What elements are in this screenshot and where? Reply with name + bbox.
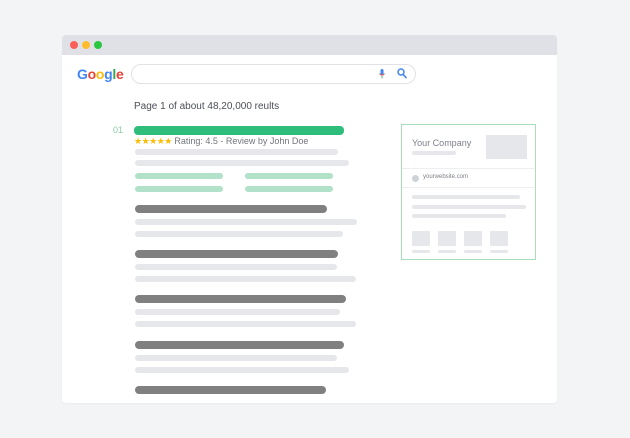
result-count: Page 1 of about 48,20,000 reults xyxy=(134,101,280,112)
title-bar xyxy=(62,35,557,55)
panel-subtitle-line xyxy=(412,151,456,155)
panel-info-line xyxy=(412,195,520,199)
maximize-window-button[interactable] xyxy=(94,41,102,49)
panel-website-link[interactable]: yourwebsite.com xyxy=(423,174,468,180)
snippet-line xyxy=(135,149,338,155)
panel-thumbnail-caption xyxy=(464,250,482,253)
search-input[interactable] xyxy=(131,64,416,84)
logo-letter: G xyxy=(77,66,88,82)
magnifier-icon[interactable] xyxy=(397,68,407,79)
panel-thumbnail-caption xyxy=(438,250,456,253)
rating-row: ★★★★★ Rating: 4.5 - Review by John Doe xyxy=(134,136,308,147)
panel-company-name: Your Company xyxy=(412,138,472,148)
globe-icon xyxy=(412,175,419,182)
result-title-link[interactable] xyxy=(135,295,346,303)
star-rating: ★★★★★ xyxy=(134,136,172,146)
sitelink[interactable] xyxy=(135,186,223,192)
google-logo[interactable]: Google xyxy=(77,66,124,82)
panel-thumbnail[interactable] xyxy=(490,231,508,246)
knowledge-panel: Your Company yourwebsite.com xyxy=(401,124,536,260)
snippet-line xyxy=(135,321,356,327)
panel-image xyxy=(486,135,527,159)
panel-thumbnail[interactable] xyxy=(412,231,430,246)
snippet-line xyxy=(135,276,356,282)
close-window-button[interactable] xyxy=(70,41,78,49)
logo-letter: e xyxy=(115,66,124,82)
panel-info-line xyxy=(412,205,526,209)
snippet-line xyxy=(135,264,337,270)
microphone-icon[interactable] xyxy=(379,69,385,79)
snippet-line xyxy=(135,219,357,225)
minimize-window-button[interactable] xyxy=(82,41,90,49)
snippet-line xyxy=(135,355,337,361)
logo-letter: o xyxy=(87,66,97,82)
snippet-line xyxy=(135,309,340,315)
panel-thumbnail-caption xyxy=(412,250,430,253)
result-title-link[interactable] xyxy=(135,250,338,258)
panel-info-line xyxy=(412,214,506,218)
panel-thumbnail[interactable] xyxy=(438,231,456,246)
snippet-line xyxy=(135,231,343,237)
result-title-link[interactable] xyxy=(135,205,327,213)
panel-thumbnail-caption xyxy=(490,250,508,253)
result-title-link[interactable] xyxy=(135,386,326,394)
divider xyxy=(402,168,534,169)
divider xyxy=(402,187,534,188)
sitelink[interactable] xyxy=(245,186,333,192)
browser-window: Google Page 1 of about 48,20,000 reults … xyxy=(62,35,557,403)
sitelink[interactable] xyxy=(245,173,333,179)
snippet-line xyxy=(135,367,349,373)
logo-letter: g xyxy=(104,66,113,82)
result-rank: 01 xyxy=(113,125,124,135)
result-title-link[interactable] xyxy=(135,341,344,349)
snippet-line xyxy=(135,160,349,166)
panel-thumbnail[interactable] xyxy=(464,231,482,246)
logo-letter: o xyxy=(95,66,105,82)
sitelink[interactable] xyxy=(135,173,223,179)
result-title-link[interactable] xyxy=(134,126,344,135)
rating-text: Rating: 4.5 - Review by John Doe xyxy=(174,136,309,146)
